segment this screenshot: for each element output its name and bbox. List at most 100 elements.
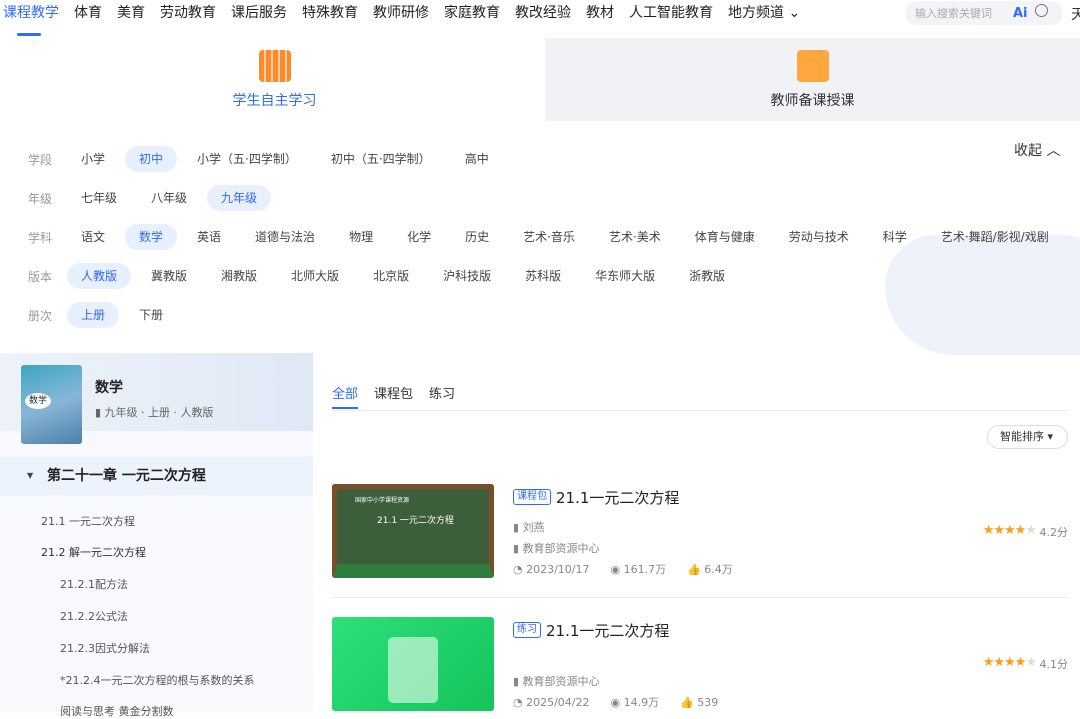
thumbnail: 国家中小学课程资源 21.1 一元二次方程	[332, 484, 494, 578]
book-title: 数学	[95, 380, 123, 396]
nav-item[interactable]: 人工智能教育	[629, 0, 713, 38]
toc-section[interactable]: *21.2.4一元二次方程的根与系数的关系	[60, 672, 255, 688]
toc-section[interactable]: 21.2.3因式分解法	[60, 640, 150, 656]
filter-option[interactable]: 北师大版	[277, 263, 353, 289]
sort-dropdown[interactable]: 智能排序 ▾	[987, 425, 1068, 449]
filter-option[interactable]: 七年级	[67, 185, 131, 211]
stats: ◔ 2025/04/22 ◉ 14.9万 👍 539	[513, 696, 719, 709]
filter-option[interactable]: 艺术·舞蹈/影视/戏剧	[927, 224, 1063, 250]
filter-option[interactable]: 历史	[451, 224, 503, 250]
tab-0[interactable]: 全部	[332, 383, 359, 411]
filter-option[interactable]: 物理	[335, 224, 387, 250]
book-header: 数学 数学 ▮ 九年级 · 上册 · 人教版	[0, 353, 313, 444]
org: ▮ 教育部资源中心	[513, 542, 600, 555]
filter-option[interactable]: 湘教版	[207, 263, 271, 289]
thumbnail	[332, 617, 494, 711]
divider	[332, 597, 1068, 598]
filter-option[interactable]: 上册	[67, 302, 120, 328]
collapse-button[interactable]: 收起 ︿	[1014, 140, 1060, 160]
filter-option[interactable]: 华东师大版	[581, 263, 669, 289]
toc-section[interactable]: 21.2.2公式法	[60, 608, 128, 624]
toc-section[interactable]: 阅读与思考 黄金分割数	[60, 703, 174, 719]
tab-1[interactable]: 课程包	[374, 383, 413, 411]
nav-item[interactable]: 家庭教育	[444, 0, 500, 38]
filter-option[interactable]: 九年级	[207, 185, 272, 211]
nav-item[interactable]: 劳动教育	[160, 0, 216, 38]
filter-option[interactable]: 初中	[125, 146, 178, 172]
result-title[interactable]: 21.1一元二次方程	[546, 620, 669, 641]
book-cover: 数学	[21, 365, 82, 444]
filter-option[interactable]: 浙教版	[675, 263, 739, 289]
nav-item[interactable]: 教改经验	[515, 0, 571, 38]
nav-item[interactable]: 教师研修	[373, 0, 429, 38]
result-card[interactable]: 练习 21.1一元二次方程 ▮ 教育部资源中心 ◔ 2025/04/22 ◉ 1…	[332, 617, 1068, 712]
toc-section[interactable]: 21.2 解一元二次方程	[41, 544, 146, 560]
filter-option[interactable]: 北京版	[359, 263, 423, 289]
filter-option[interactable]: 语文	[67, 224, 119, 250]
filter-row: 版本 人教版 冀教版 湘教版 北师大版 北京版 沪科技版 苏科版 华东师大版 浙教版	[28, 263, 745, 289]
search-input[interactable]: 输入搜索关键词 Ai	[905, 1, 1063, 25]
chapter-label: 第二十一章 一元二次方程	[47, 468, 206, 484]
mode-student[interactable]: 学生自主学习	[4, 38, 545, 121]
tab-2[interactable]: 练习	[429, 383, 455, 411]
filter-option[interactable]: 科学	[869, 224, 921, 250]
filter-label: 册次	[28, 308, 53, 323]
filter-option[interactable]: 小学（五·四学制）	[183, 146, 311, 172]
toc-section[interactable]: 21.1 一元二次方程	[41, 513, 135, 529]
org: ▮ 教育部资源中心	[513, 675, 600, 688]
ai-search-icon[interactable]: Ai	[1013, 6, 1028, 21]
nav-item[interactable]: 体育	[74, 0, 102, 38]
org-text: 教育部资源中心	[522, 542, 600, 555]
filter-option[interactable]: 劳动与技术	[775, 224, 863, 250]
mode-label: 教师备课授课	[770, 92, 855, 109]
filter-option[interactable]: 英语	[183, 224, 235, 250]
filter-option[interactable]: 艺术·音乐	[509, 224, 589, 250]
filter-label: 年级	[28, 191, 53, 206]
search-placeholder: 输入搜索关键词	[915, 7, 992, 20]
views: 161.7万	[623, 563, 667, 576]
toc-section[interactable]: 21.2.1配方法	[60, 576, 128, 592]
filter-option[interactable]: 体育与健康	[681, 224, 769, 250]
filter-option[interactable]: 初中（五·四学制）	[317, 146, 445, 172]
filter-option[interactable]: 八年级	[137, 185, 201, 211]
lesson-icon	[796, 49, 829, 82]
filter-option[interactable]: 化学	[393, 224, 445, 250]
date: 2025/04/22	[526, 696, 590, 709]
filter-option[interactable]: 道德与法治	[241, 224, 329, 250]
nav-item[interactable]: 课程教学	[3, 0, 59, 38]
filter-option[interactable]: 艺术·美术	[595, 224, 675, 250]
filter-option[interactable]: 苏科版	[511, 263, 575, 289]
mode-label: 学生自主学习	[232, 92, 317, 109]
nav-item[interactable]: 课后服务	[231, 0, 287, 38]
thumb-title: 21.1 一元二次方程	[377, 516, 454, 526]
filter-row: 学科 语文 数学 英语 道德与法治 物理 化学 历史 艺术·音乐 艺术·美术 体育与健康 劳动与技术科…	[28, 224, 1069, 250]
author-text: 刘燕	[522, 521, 545, 534]
filter-option[interactable]: 高中	[451, 146, 503, 172]
cover-text: 数学	[25, 393, 51, 409]
nav-item[interactable]: 地方频道 ⌄	[728, 0, 800, 38]
result-title[interactable]: 21.1一元二次方程	[556, 487, 679, 508]
decorative-cloud	[885, 235, 1080, 355]
mode-teacher[interactable]: 教师备课授课	[545, 38, 1080, 121]
date: 2023/10/17	[526, 563, 590, 576]
nav-item[interactable]: 特殊教育	[302, 0, 358, 38]
filter-option[interactable]: 小学	[67, 146, 119, 172]
books-icon	[258, 49, 291, 82]
toc-chapter[interactable]: ▼ 第二十一章 一元二次方程	[0, 457, 313, 495]
type-badge: 课程包	[513, 489, 551, 505]
filter-option[interactable]: 人教版	[67, 263, 132, 289]
result-card[interactable]: 国家中小学课程资源 21.1 一元二次方程 课程包 21.1一元二次方程 ▮ 刘…	[332, 484, 1068, 579]
filter-option[interactable]: 冀教版	[137, 263, 201, 289]
filter-label: 学科	[28, 230, 53, 245]
likes: 539	[697, 696, 719, 709]
filter-option[interactable]: 沪科技版	[429, 263, 505, 289]
sidebar: 数学 数学 ▮ 九年级 · 上册 · 人教版 ▼ 第二十一章 一元二次方程 21.…	[0, 353, 313, 718]
filter-label: 学段	[28, 152, 53, 167]
filter-option[interactable]: 下册	[125, 302, 177, 328]
nav-item[interactable]: 教材	[586, 0, 614, 38]
nav-item[interactable]: 美育	[117, 0, 145, 38]
search-icon[interactable]	[1035, 4, 1048, 17]
nav-overflow-text[interactable]: 天	[1071, 4, 1080, 24]
filter-option[interactable]: 数学	[125, 224, 178, 250]
filter-row: 学段 小学 初中 小学（五·四学制） 初中（五·四学制） 高中	[28, 146, 509, 172]
